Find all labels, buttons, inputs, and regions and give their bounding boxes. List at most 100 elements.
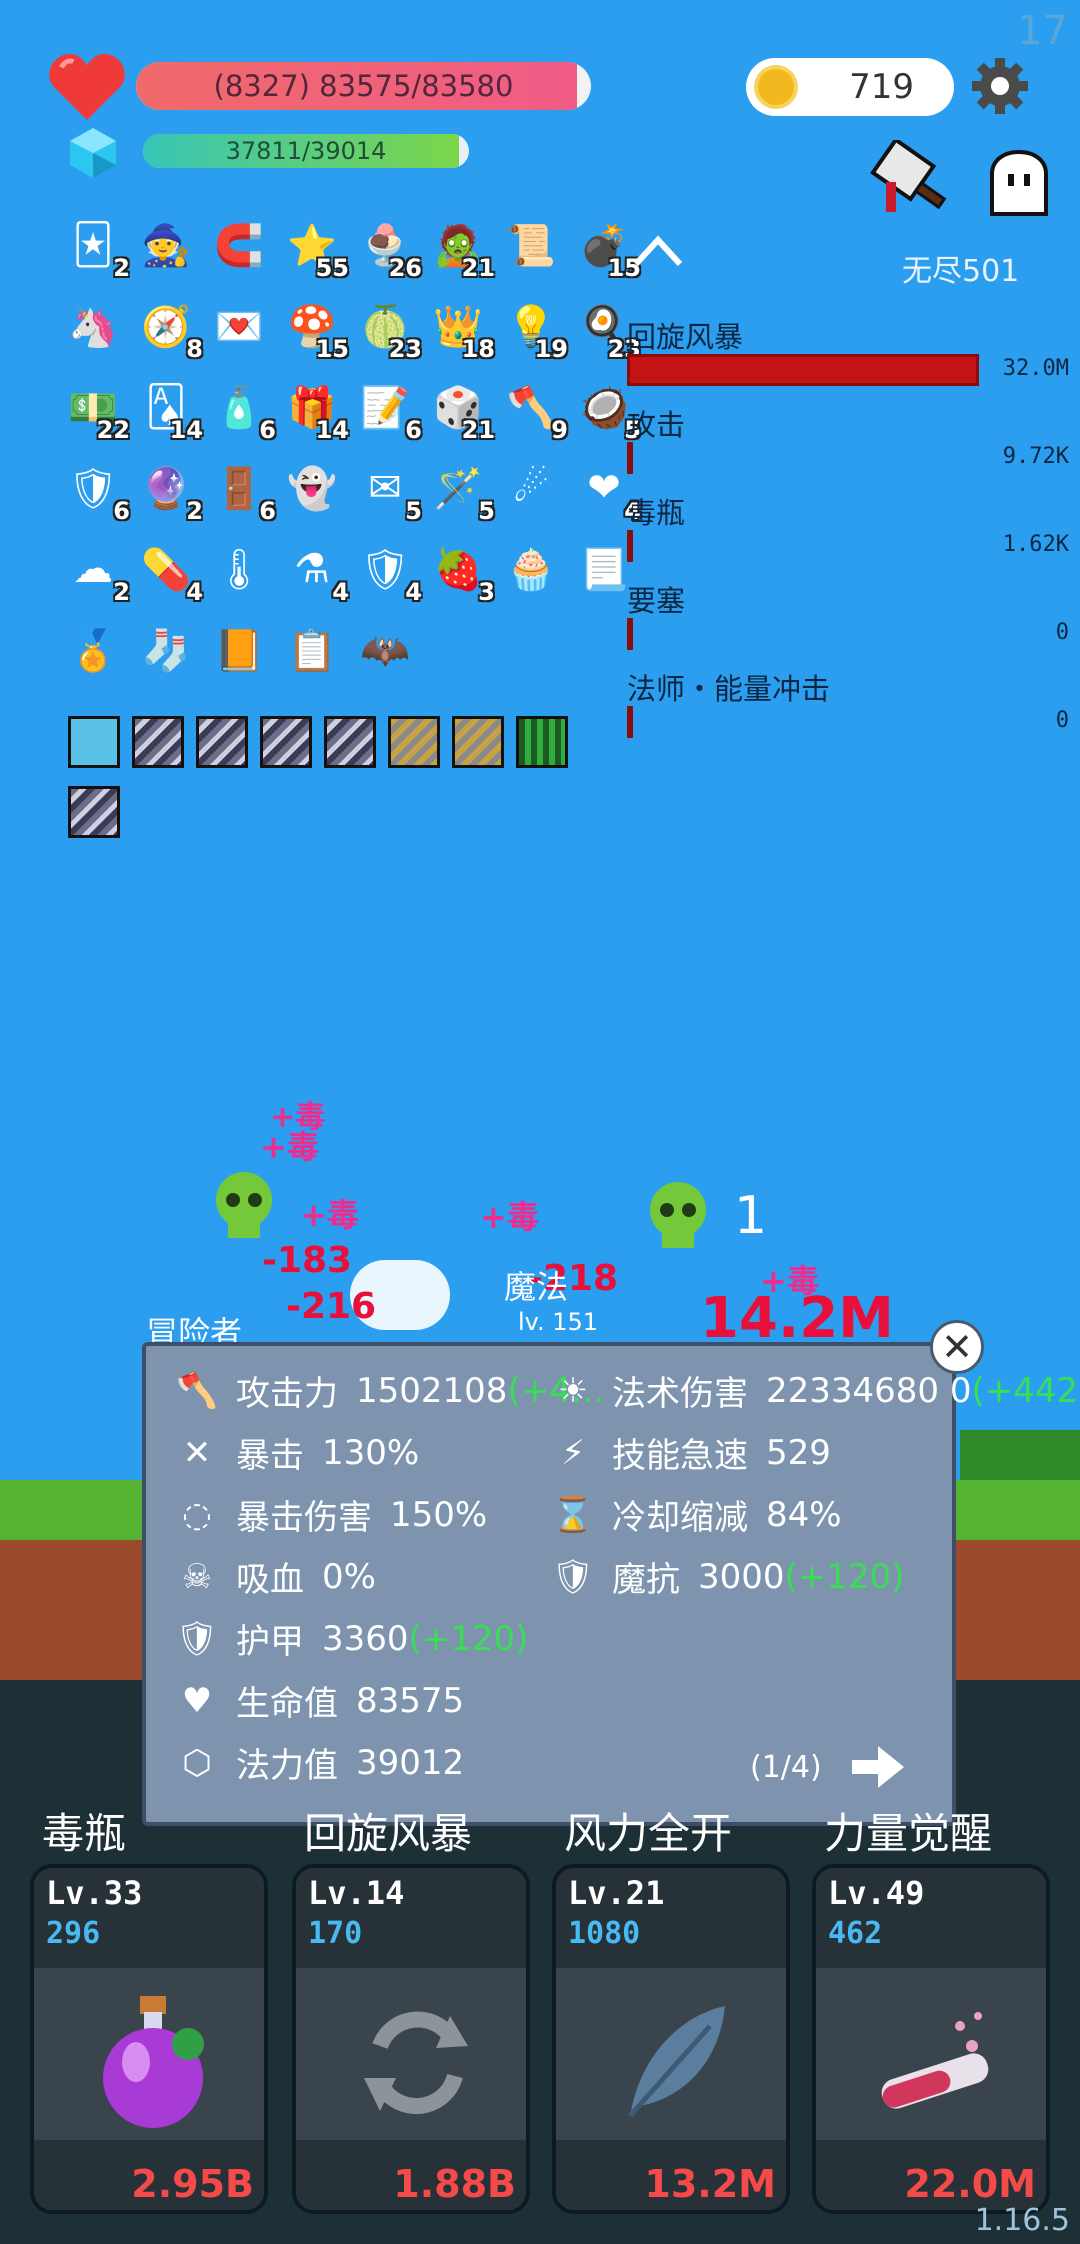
damage-bar	[627, 354, 979, 386]
item-glyph: 📙	[214, 627, 264, 674]
melon-icon[interactable]: 🍈 23	[354, 295, 422, 364]
magic-wand-icon[interactable]: 🪄 5	[427, 457, 495, 526]
sock-icon[interactable]: 🧦	[135, 619, 197, 681]
love-letter-icon[interactable]: 💌	[208, 295, 270, 357]
green-card-icon[interactable]: 🃏 2	[62, 214, 130, 282]
star-card-icon[interactable]: ⭐ 55	[281, 214, 349, 283]
red-shield-icon[interactable]: 🛡 4	[354, 538, 422, 607]
item-glyph: 💊	[141, 546, 191, 593]
dice-icon[interactable]: 🎲 21	[427, 376, 495, 445]
stat-value: 3360	[322, 1618, 409, 1659]
stat-label: 护甲	[236, 1622, 304, 1662]
scroll-icon[interactable]: 📜	[500, 214, 562, 276]
wizard-hat-icon[interactable]: 🧙	[135, 214, 197, 276]
magnet-icon[interactable]: 🧲	[208, 214, 270, 276]
pill-icon[interactable]: 💊 4	[135, 538, 203, 607]
item-count: 6	[405, 416, 422, 444]
thermometer-icon[interactable]: 🌡	[208, 538, 270, 600]
heart-icon[interactable]: ❤ 4	[573, 457, 641, 525]
card-icon[interactable]	[324, 716, 376, 768]
card-icon[interactable]	[388, 716, 440, 768]
flag-cake-icon[interactable]: 🧁	[500, 538, 562, 600]
damage-value: 1.62K	[1002, 532, 1069, 557]
mana-gem-icon	[70, 128, 116, 178]
card-icon[interactable]	[68, 786, 120, 838]
skill-title: 力量觉醒	[824, 1809, 993, 1858]
door-icon[interactable]: 🚪 6	[208, 457, 276, 526]
damage-value: 32.0M	[1002, 356, 1069, 381]
star-badge-icon[interactable]: 🏅	[62, 619, 124, 681]
potion-flask-icon[interactable]: ⚗ 4	[281, 538, 349, 606]
blue-scroll-icon[interactable]: 📃	[573, 538, 635, 600]
health-bar: (8327) 83575/83580	[136, 62, 591, 110]
battle-axe-icon[interactable]: 🪓 9	[500, 376, 568, 445]
stat-label: 生命值	[236, 1684, 338, 1724]
spray-bottle-icon[interactable]: 🧴 6	[208, 376, 276, 445]
damage-source-name: 回旋风暴	[627, 320, 744, 354]
compass-icon[interactable]: 🧭 8	[135, 295, 203, 364]
cloud-icon[interactable]: ☁ 2	[62, 538, 130, 606]
skill-card[interactable]: Lv.14 170 1.88B	[292, 1864, 530, 2214]
card-icon[interactable]	[196, 716, 248, 768]
skill-damage: 22.0M	[904, 2162, 1036, 2206]
card-icon[interactable]	[260, 716, 312, 768]
life-icon: ♥	[181, 1680, 213, 1721]
strawberry-icon[interactable]: 🍓 3	[427, 538, 495, 607]
item-glyph: 📃	[579, 546, 629, 593]
item-count: 6	[259, 497, 276, 525]
ghost-icon[interactable]: 👻	[281, 457, 343, 519]
card-icon[interactable]	[132, 716, 184, 768]
money-heart-icon[interactable]: 💵 22	[62, 376, 130, 445]
cleaver-icon[interactable]	[864, 140, 952, 228]
settings-gear-icon[interactable]	[970, 56, 1030, 116]
item-glyph: 🍓	[433, 546, 483, 593]
book-icon[interactable]: 📙	[208, 619, 270, 681]
bat-icon[interactable]: 🦇	[354, 619, 416, 681]
damage-source-name: 攻击	[627, 408, 686, 442]
item-glyph: 🃏	[72, 222, 114, 268]
coconut-icon[interactable]: 🥥 5	[573, 376, 641, 445]
crown-icon[interactable]: 👑 18	[427, 295, 495, 364]
crit-damage-icon: ◌	[182, 1494, 212, 1535]
shield-icon[interactable]: 🛡 6	[62, 457, 130, 526]
stat-bonus: (+442	[971, 1370, 1079, 1411]
card-icon[interactable]	[68, 716, 120, 768]
lightbulb-icon[interactable]: 💡 19	[500, 295, 568, 364]
item-glyph: 🪄	[433, 465, 483, 512]
crystal-ball-icon[interactable]: 🔮 2	[135, 457, 203, 526]
ghost-icon[interactable]	[986, 150, 1052, 216]
stat-bonus: (+120)	[408, 1618, 529, 1659]
skill-card[interactable]: Lv.21 1080 13.2M	[552, 1864, 790, 2214]
playing-card-icon[interactable]: 🂡 14	[135, 376, 203, 444]
chevron-up-icon[interactable]	[632, 230, 684, 270]
item-glyph: 🔮	[141, 465, 191, 512]
egg-icon[interactable]: 🍳 23	[573, 295, 641, 364]
stat-magic-resist: 🛡 魔抗 3000 (+120)	[550, 1552, 904, 1601]
skill-level: Lv.14	[308, 1874, 405, 1912]
gift-box-icon[interactable]: 🎁 14	[281, 376, 349, 445]
mushroom-icon[interactable]: 🍄 15	[281, 295, 349, 364]
item-count: 6	[259, 416, 276, 444]
card-icon[interactable]	[452, 716, 504, 768]
meteor-icon[interactable]: ☄	[500, 457, 562, 519]
item-glyph: ❤	[587, 465, 621, 511]
stat-value: 84%	[766, 1494, 842, 1535]
ice-cream-icon[interactable]: 🍨 26	[354, 214, 422, 283]
notepad-icon[interactable]: 📝 6	[354, 376, 422, 445]
stat-value: 39012	[356, 1742, 465, 1783]
next-page-arrow-icon[interactable]	[850, 1742, 906, 1792]
stat-axe: 🪓 攻击力 1502108 (+4…	[174, 1366, 605, 1415]
close-button[interactable]: ✕	[930, 1320, 984, 1374]
clipboard-icon[interactable]: 📋	[281, 619, 343, 681]
item-count: 4	[186, 578, 203, 606]
card-icon[interactable]	[516, 716, 568, 768]
envelope-icon[interactable]: ✉ 5	[354, 457, 422, 525]
unicorn-icon[interactable]: 🦄	[62, 295, 124, 357]
skill-card[interactable]: Lv.33 296 2.95B	[30, 1864, 268, 2214]
poison-text: +毒	[260, 1128, 319, 1166]
zombie-icon[interactable]: 🧟 21	[427, 214, 495, 283]
grenade-icon[interactable]: 💣 15	[573, 214, 641, 283]
skill-card[interactable]: Lv.49 462 22.0M	[812, 1864, 1050, 2214]
skill-level: Lv.21	[568, 1874, 665, 1912]
stat-label: 攻击力	[236, 1374, 338, 1414]
